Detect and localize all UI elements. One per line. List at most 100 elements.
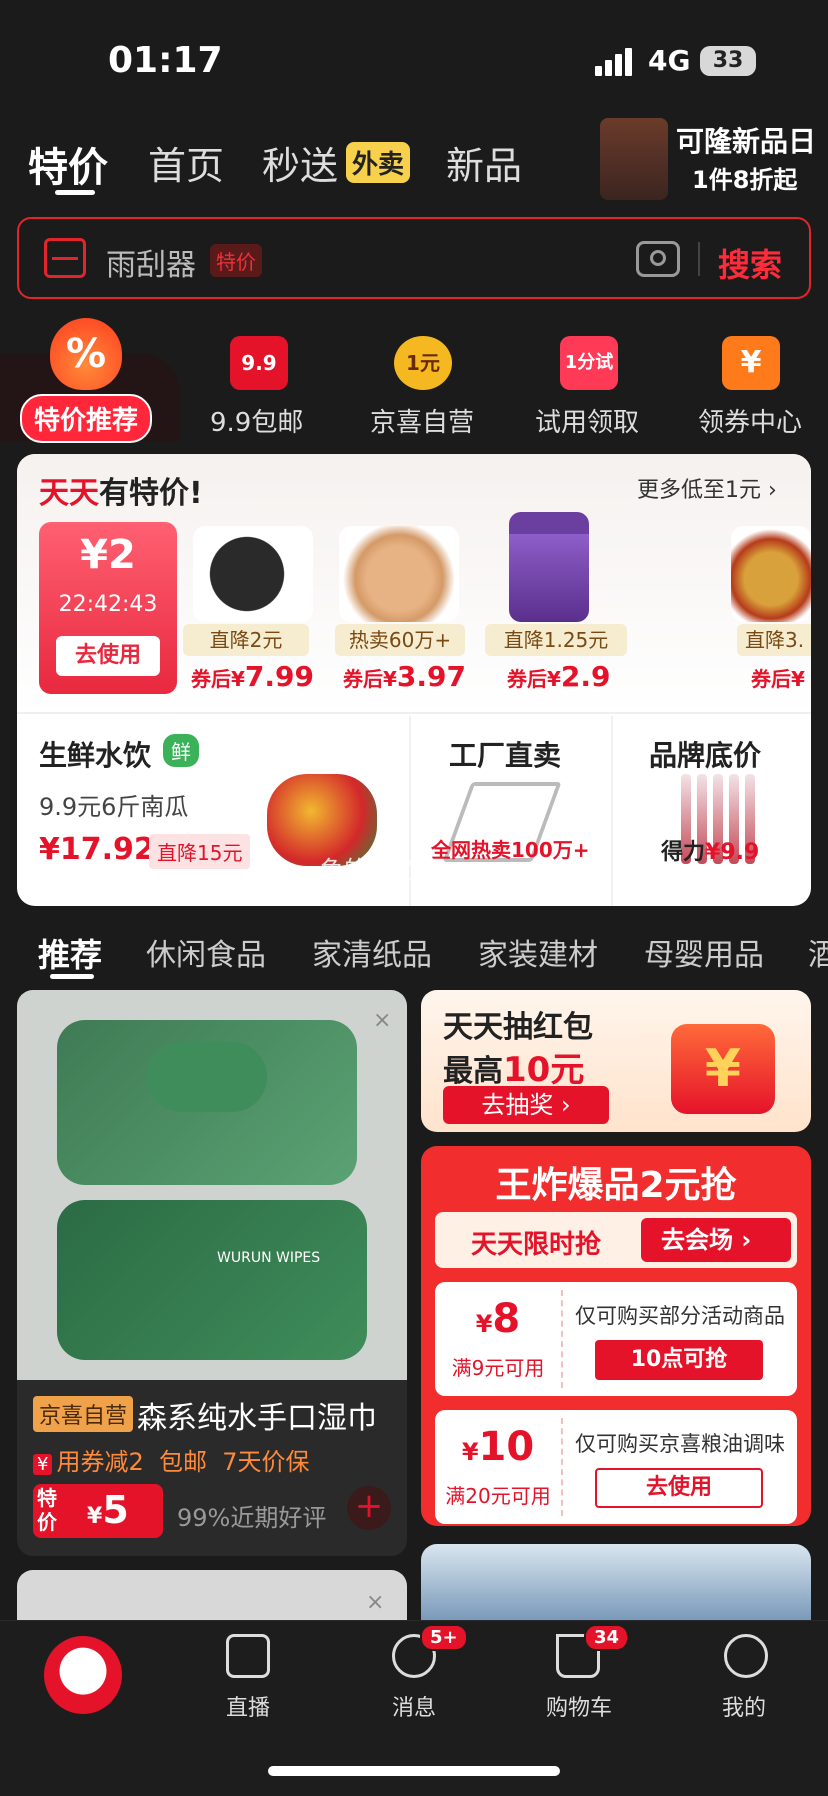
wipes-pack-bottom — [57, 1200, 367, 1360]
deals-more-link[interactable]: 更多低至1元 › — [637, 472, 777, 504]
wipes-image[interactable]: WURUN WIPES × — [17, 990, 407, 1380]
red-packet-subtitle: 最高10元 — [443, 1050, 585, 1090]
product-eggs-image[interactable] — [339, 526, 459, 622]
fresh-title[interactable]: 生鲜水饮 — [39, 734, 151, 774]
product-card[interactable]: WURUN WIPES × 京喜自营 森系纯水手口湿巾 ¥ 用券减2 包邮 7天价… — [17, 990, 407, 1556]
coupon-value: ¥2 — [80, 532, 136, 578]
factory-title[interactable]: 工厂直卖 — [449, 734, 561, 774]
coupon-amount: ¥8 — [475, 1296, 521, 1342]
one-yuan-icon[interactable]: 1元 — [394, 336, 452, 390]
subtab-recommend[interactable]: 推荐 — [38, 930, 102, 976]
search-input[interactable]: 雨刮器 — [106, 240, 196, 284]
subtab-snacks[interactable]: 休闲食品 — [146, 930, 266, 974]
category-trial-label[interactable]: 试用领取 — [535, 402, 639, 439]
fire-percent-icon[interactable]: % — [50, 318, 122, 390]
nav-live[interactable]: 直播 — [226, 1690, 270, 1722]
tab-new[interactable]: 新品 — [446, 135, 522, 190]
live-chart-icon[interactable] — [226, 1634, 270, 1678]
category-tejia-tuijian[interactable]: 特价推荐 — [20, 394, 153, 443]
search-tag: 特价 — [210, 244, 262, 277]
search-button[interactable]: 搜索 — [718, 240, 782, 286]
app-root: 01:17 4G 33 特价 首页 秒送 外卖 新品 可隆新品日 1件8折起 雨… — [0, 0, 828, 1796]
tab-home[interactable]: 首页 — [148, 135, 224, 190]
product-name[interactable]: 森系纯水手口湿巾 — [137, 1393, 377, 1437]
subtab-underline — [50, 974, 94, 979]
review-rate: 99%近期好评 — [177, 1504, 327, 1532]
grab-at-10-button[interactable]: 10点可抢 — [595, 1340, 763, 1380]
gift-99-icon[interactable]: 9.9 — [230, 336, 288, 390]
promo-subtitle[interactable]: 1件8折起 — [692, 160, 797, 195]
product-card-next-right[interactable] — [421, 1544, 811, 1630]
subtab-home-build[interactable]: 家装建材 — [478, 930, 598, 974]
fresh-badge: 鲜 — [163, 734, 199, 767]
deal-coupon: ¥2 22:42:43 去使用 — [39, 522, 177, 694]
venue-button[interactable]: 去会场 › — [641, 1218, 791, 1262]
scan-line — [52, 257, 78, 260]
coupon-ticket-icon[interactable]: ¥ — [722, 336, 780, 390]
product-promo-line: ¥ 用券减2 包邮 7天价保 — [33, 1442, 310, 1477]
coupon-use-button[interactable]: 去使用 — [56, 636, 160, 676]
subtab-baby[interactable]: 母婴用品 — [644, 930, 764, 974]
fresh-price: ¥17.92 — [39, 832, 155, 867]
camera-lens — [650, 250, 666, 266]
nav-messages[interactable]: 消息 — [392, 1690, 436, 1722]
category-jingxi-label[interactable]: 京喜自营 — [370, 402, 474, 439]
product-price[interactable]: 券后¥7.99 — [191, 660, 314, 693]
flash-bar-text: 天天限时抢 — [471, 1230, 602, 1260]
use-coupon-button[interactable]: 去使用 — [595, 1468, 763, 1508]
wipes-lid — [147, 1042, 267, 1112]
nav-me[interactable]: 我的 — [722, 1690, 766, 1722]
category-99-label[interactable]: 9.9包邮 — [210, 402, 303, 439]
brand-price: 得力¥9.9 — [661, 840, 760, 865]
close-icon[interactable]: × — [366, 1590, 384, 1615]
fresh-subtitle: 9.9元6斤南瓜 — [39, 793, 189, 821]
product-price[interactable]: 券后¥ — [751, 660, 805, 693]
red-packet-title: 天天抽红包 — [443, 1010, 593, 1045]
product-tag: 热卖60万+ — [335, 624, 465, 656]
lottery-button[interactable]: 去抽奖 › — [443, 1086, 609, 1124]
watermark-text: 鱼的记忆秒 — [320, 856, 440, 884]
coupon-amount: ¥10 — [461, 1424, 535, 1470]
subtab-cleaning[interactable]: 家清纸品 — [312, 930, 432, 974]
add-to-cart-button[interactable]: + — [347, 1486, 391, 1530]
search-divider — [698, 242, 700, 276]
red-packet-banner[interactable]: 天天抽红包 最高10元 去抽奖 › ¥ — [421, 990, 811, 1132]
tab-underline — [55, 190, 95, 195]
promo-title[interactable]: 可隆新品日 — [676, 120, 816, 160]
profile-icon[interactable] — [724, 1634, 768, 1678]
product-gummy-image[interactable] — [509, 512, 589, 622]
flash-sale-card: 王炸爆品2元抢 天天限时抢 去会场 › ¥8 满9元可用 仅可购买部分活动商品 … — [421, 1146, 811, 1526]
brand-title[interactable]: 品牌底价 — [649, 734, 761, 774]
red-envelope-icon: ¥ — [671, 1024, 775, 1114]
cart-badge: 34 — [584, 1624, 630, 1651]
product-price: ¥5 — [87, 1488, 129, 1532]
product-price[interactable]: 券后¥3.97 — [343, 660, 466, 693]
product-tag: 直降2元 — [183, 624, 309, 656]
nav-cart[interactable]: 购物车 — [546, 1690, 612, 1722]
product-dates-image[interactable] — [731, 526, 811, 622]
trial-bag-icon[interactable]: 1分试 — [560, 336, 618, 390]
coupon-description: 仅可购买部分活动商品 — [575, 1304, 785, 1328]
product-pan-image[interactable] — [193, 526, 313, 622]
tab-miaosong[interactable]: 秒送 — [262, 135, 338, 190]
jd-mascot-icon[interactable] — [44, 1636, 122, 1714]
coupon-dashed-line — [561, 1418, 563, 1516]
factory-tag: 全网热卖100万+ — [431, 838, 590, 862]
battery-icon: 33 — [700, 46, 756, 76]
product-price[interactable]: 券后¥2.9 — [507, 660, 611, 693]
flash-title: 王炸爆品2元抢 — [495, 1165, 737, 1206]
status-time: 01:17 — [108, 40, 223, 81]
tab-tejia[interactable]: 特价 — [28, 135, 108, 193]
flash-coupon: ¥8 满9元可用 仅可购买部分活动商品 10点可抢 — [435, 1282, 797, 1396]
deals-divider — [17, 712, 811, 714]
coupon-badge-icon: ¥ — [33, 1454, 53, 1475]
wipes-brand-text: WURUN WIPES — [217, 1250, 321, 1266]
subtab-liquor[interactable]: 酒 — [808, 930, 828, 974]
product-tag: 直降1.25元 — [485, 624, 627, 656]
promo-model-image[interactable] — [600, 118, 668, 200]
close-icon[interactable]: × — [373, 1008, 391, 1033]
fresh-discount-tag: 直降15元 — [149, 834, 251, 869]
category-coupon-label[interactable]: 领券中心 — [698, 402, 802, 439]
coupon-condition: 满20元可用 — [445, 1484, 551, 1508]
section-divider — [611, 716, 613, 906]
